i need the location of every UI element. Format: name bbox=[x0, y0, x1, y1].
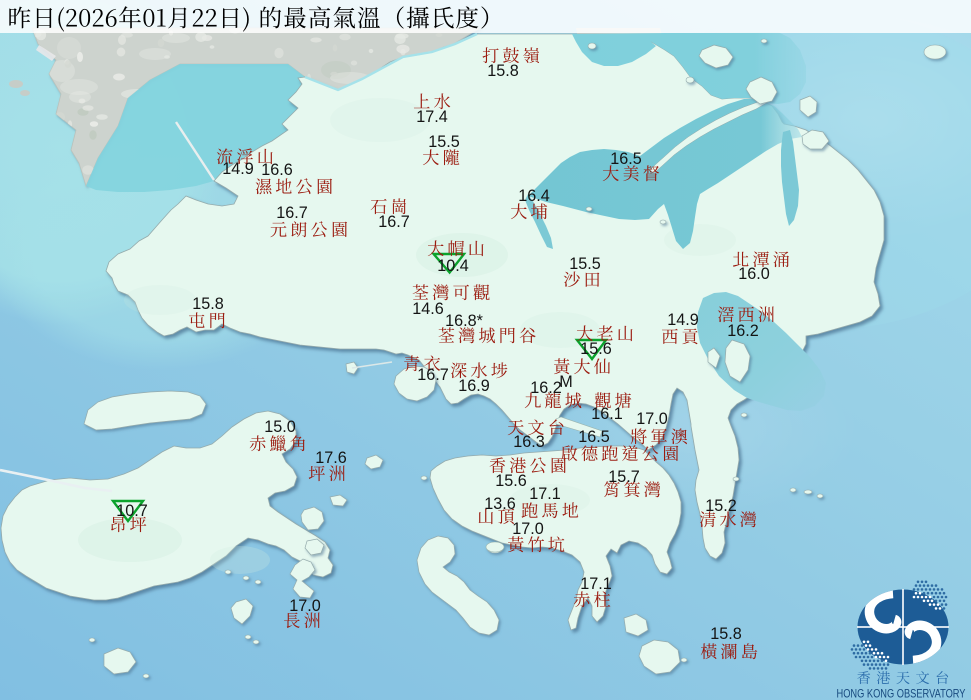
svg-text:16.6: 16.6 bbox=[261, 161, 293, 179]
svg-text:16.2: 16.2 bbox=[727, 322, 759, 340]
svg-text:15.5: 15.5 bbox=[569, 255, 601, 273]
svg-text:HONG KONG OBSERVATORY: HONG KONG OBSERVATORY bbox=[837, 687, 966, 700]
svg-text:10.7: 10.7 bbox=[116, 502, 148, 520]
svg-text:15.8: 15.8 bbox=[487, 62, 519, 80]
svg-text:15.2: 15.2 bbox=[705, 497, 737, 515]
svg-text:16.3: 16.3 bbox=[513, 433, 545, 451]
svg-text:16.4: 16.4 bbox=[518, 187, 550, 205]
svg-text:16.2: 16.2 bbox=[530, 379, 562, 397]
svg-text:17.4: 17.4 bbox=[416, 108, 448, 126]
svg-text:15.0: 15.0 bbox=[264, 418, 296, 436]
svg-text:14.9: 14.9 bbox=[222, 160, 254, 178]
svg-text:15.6: 15.6 bbox=[580, 340, 612, 358]
svg-text:15.7: 15.7 bbox=[608, 468, 640, 486]
svg-text:17.0: 17.0 bbox=[289, 597, 321, 615]
svg-text:14.6: 14.6 bbox=[412, 300, 444, 318]
svg-text:14.9: 14.9 bbox=[667, 311, 699, 329]
svg-text:16.5: 16.5 bbox=[578, 428, 610, 446]
svg-text:16.1: 16.1 bbox=[591, 405, 623, 423]
svg-text:17.6: 17.6 bbox=[315, 449, 347, 467]
svg-text:17.1: 17.1 bbox=[580, 575, 612, 593]
svg-text:16.0: 16.0 bbox=[738, 265, 770, 283]
svg-text:17.1: 17.1 bbox=[529, 485, 561, 503]
svg-text:17.0: 17.0 bbox=[512, 520, 544, 538]
svg-text:10.4: 10.4 bbox=[437, 257, 469, 275]
svg-text:16.9: 16.9 bbox=[458, 377, 490, 395]
svg-text:16.7: 16.7 bbox=[378, 213, 410, 231]
svg-text:16.7: 16.7 bbox=[417, 366, 449, 384]
svg-text:17.0: 17.0 bbox=[636, 410, 668, 428]
svg-text:13.6: 13.6 bbox=[484, 495, 516, 513]
svg-text:15.8: 15.8 bbox=[192, 295, 224, 313]
svg-text:15.6: 15.6 bbox=[495, 472, 527, 490]
svg-text:16.7: 16.7 bbox=[276, 204, 308, 222]
svg-text:15.8: 15.8 bbox=[710, 625, 742, 643]
svg-text:16.5: 16.5 bbox=[610, 150, 642, 168]
svg-text:15.5: 15.5 bbox=[428, 133, 460, 151]
svg-text:16.8*: 16.8* bbox=[445, 312, 484, 330]
